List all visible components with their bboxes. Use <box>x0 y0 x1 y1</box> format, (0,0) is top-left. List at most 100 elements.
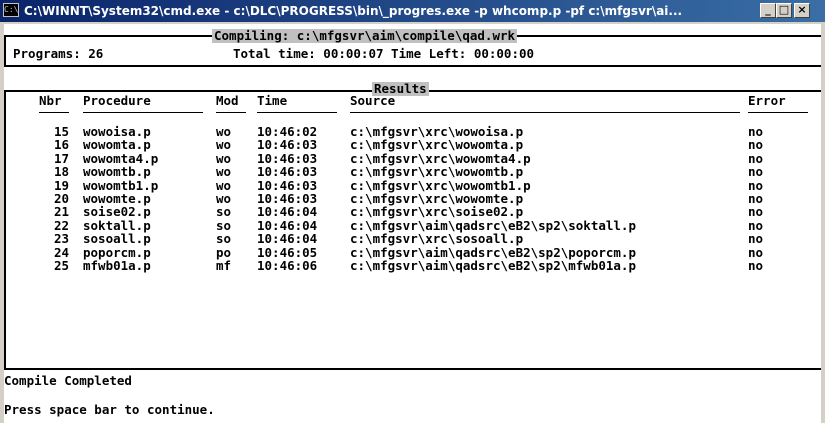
cell-time: 10:46:05 <box>257 244 318 260</box>
cell-error: no <box>748 217 764 233</box>
minimize-icon: _ <box>765 3 771 16</box>
cell-mod: po <box>216 244 232 260</box>
header-underline <box>350 112 740 113</box>
cell-procedure: wowomta4.p <box>83 150 159 166</box>
cell-nbr: 15 <box>53 124 69 139</box>
table-row: 24 poporcm.p po 10:46:05 c:\mfgsvr\aim\qadsr… <box>4 246 821 259</box>
cell-nbr: 20 <box>53 191 69 206</box>
cell-procedure: wowomtb.p <box>83 164 151 180</box>
cell-nbr: 16 <box>53 137 69 153</box>
cell-time: 10:46:03 <box>257 137 318 153</box>
console-area[interactable]: Compiling: c:\mfgsvr\aim\compile\qad.wrk… <box>4 24 821 423</box>
header-source: Source <box>350 93 396 108</box>
cell-time: 10:46:04 <box>257 217 318 233</box>
cell-nbr: 18 <box>53 164 69 180</box>
compile-completed-message: Compile Completed <box>4 373 132 388</box>
cell-error: no <box>748 258 764 273</box>
minimize-button[interactable]: _ <box>760 3 776 18</box>
cell-procedure: poporcm.p <box>83 244 151 260</box>
cell-source: c:\mfgsvr\xrc\wowomtb.p <box>350 164 524 180</box>
window-title: C:\WINNT\System32\cmd.exe - c:\DLC\PROGR… <box>24 4 683 18</box>
cell-procedure: soise02.p <box>83 204 151 220</box>
cell-time: 10:46:06 <box>257 258 318 273</box>
cell-error: no <box>748 231 764 247</box>
cell-mod: so <box>216 231 232 247</box>
cell-nbr: 19 <box>53 177 69 193</box>
cell-error: no <box>748 137 764 153</box>
cell-source: c:\mfgsvr\xrc\wowomte.p <box>350 191 524 206</box>
header-error: Error <box>748 93 786 108</box>
maximize-button[interactable]: □ <box>776 3 792 18</box>
cell-nbr: 17 <box>53 150 69 166</box>
cell-mod: mf <box>216 258 232 273</box>
compiling-label: Compiling: c:\mfgsvr\aim\compile\qad.wrk <box>212 28 518 43</box>
cell-time: 10:46:03 <box>257 191 318 206</box>
console-icon[interactable]: C:\ <box>3 3 19 17</box>
header-underline <box>216 112 246 113</box>
cell-error: no <box>748 204 764 220</box>
cell-source: c:\mfgsvr\aim\qadsrc\eB2\sp2\mfwb01a.p <box>350 258 636 273</box>
cell-mod: wo <box>216 150 232 166</box>
cell-time: 10:46:03 <box>257 164 318 180</box>
header-underline <box>39 112 69 113</box>
cell-time: 10:46:02 <box>257 124 318 139</box>
cell-procedure: mfwb01a.p <box>83 258 151 273</box>
cell-time: 10:46:03 <box>257 150 318 166</box>
table-row: 21 soise02.p so 10:46:04 c:\mfgsvr\xrc\soise… <box>4 205 821 218</box>
cell-time: 10:46:03 <box>257 177 318 193</box>
cell-nbr: 21 <box>53 204 69 220</box>
table-row: 23 sosoall.p so 10:46:04 c:\mfgsvr\xrc\sosoa… <box>4 232 821 245</box>
header-mod: Mod <box>216 93 239 108</box>
cell-error: no <box>748 164 764 180</box>
cell-mod: wo <box>216 124 232 139</box>
cell-source: c:\mfgsvr\xrc\soise02.p <box>350 204 524 220</box>
cell-mod: so <box>216 217 232 233</box>
header-underline <box>83 112 203 113</box>
cell-mod: wo <box>216 191 232 206</box>
table-row: 25 mfwb01a.p mf 10:46:06 c:\mfgsvr\aim\qadsr… <box>4 259 821 272</box>
cell-mod: wo <box>216 177 232 193</box>
continue-prompt: Press space bar to continue. <box>4 402 215 417</box>
title-bar[interactable]: C:\ C:\WINNT\System32\cmd.exe - c:\DLC\P… <box>0 0 825 22</box>
cell-source: c:\mfgsvr\aim\qadsrc\eB2\sp2\poporcm.p <box>350 244 636 260</box>
cell-procedure: wowomte.p <box>83 191 151 206</box>
header-procedure: Procedure <box>83 93 151 108</box>
cell-procedure: wowomta.p <box>83 137 151 153</box>
cell-source: c:\mfgsvr\aim\qadsrc\eB2\sp2\soktall.p <box>350 217 636 233</box>
table-row: 17 wowomta4.p wo 10:46:03 c:\mfgsvr\xrc\wowo… <box>4 152 821 165</box>
cell-mod: so <box>216 204 232 220</box>
cell-nbr: 25 <box>53 258 69 273</box>
cell-error: no <box>748 150 764 166</box>
cell-procedure: wowomtb1.p <box>83 177 159 193</box>
header-underline <box>257 112 337 113</box>
cell-source: c:\mfgsvr\xrc\wowomta4.p <box>350 150 531 166</box>
close-button[interactable]: × <box>794 3 810 18</box>
table-row: 16 wowomta.p wo 10:46:03 c:\mfgsvr\xrc\wowom… <box>4 138 821 151</box>
cell-error: no <box>748 124 764 139</box>
cell-time: 10:46:04 <box>257 231 318 247</box>
programs-count: Programs: 26 <box>13 46 104 61</box>
cell-nbr: 23 <box>53 231 69 247</box>
cell-mod: wo <box>216 137 232 153</box>
cell-nbr: 22 <box>53 217 69 233</box>
cell-error: no <box>748 244 764 260</box>
cell-time: 10:46:04 <box>257 204 318 220</box>
cell-procedure: sosoall.p <box>83 231 151 247</box>
close-icon: × <box>797 3 807 16</box>
cell-error: no <box>748 191 764 206</box>
header-nbr: Nbr <box>39 93 62 108</box>
cell-nbr: 24 <box>53 244 69 260</box>
table-row: 22 soktall.p so 10:46:04 c:\mfgsvr\aim\qadsr… <box>4 219 821 232</box>
cell-mod: wo <box>216 164 232 180</box>
header-time: Time <box>257 93 288 108</box>
cell-procedure: soktall.p <box>83 217 151 233</box>
cell-source: c:\mfgsvr\xrc\wowomtb1.p <box>350 177 531 193</box>
cell-error: no <box>748 177 764 193</box>
time-summary: Total time: 00:00:07 Time Left: 00:00:00 <box>233 46 535 61</box>
table-row: 15 wowoisa.p wo 10:46:02 c:\mfgsvr\xrc\wowoi… <box>4 125 821 138</box>
table-row: 20 wowomte.p wo 10:46:03 c:\mfgsvr\xrc\wowom… <box>4 192 821 205</box>
table-row: 19 wowomtb1.p wo 10:46:03 c:\mfgsvr\xrc\wowo… <box>4 179 821 192</box>
cell-source: c:\mfgsvr\xrc\wowoisa.p <box>350 124 524 139</box>
maximize-icon: □ <box>778 3 790 16</box>
cell-source: c:\mfgsvr\xrc\sosoall.p <box>350 231 524 247</box>
